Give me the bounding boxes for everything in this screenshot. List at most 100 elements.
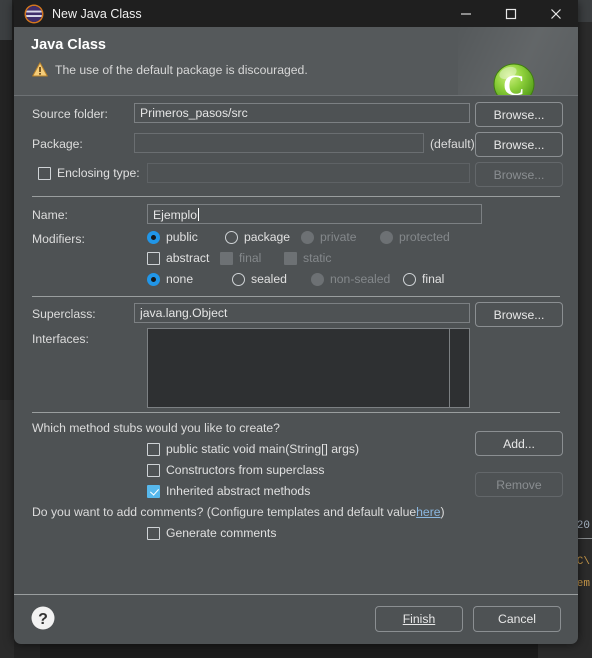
finish-button[interactable]: Finish xyxy=(375,606,463,632)
modifier-sealed-final-radio-row[interactable]: final xyxy=(403,272,444,286)
modifier-public-label: public xyxy=(166,230,198,244)
finish-button-label: Finish xyxy=(402,612,436,626)
package-label: Package: xyxy=(32,137,83,151)
modifier-package-radio-row[interactable]: package xyxy=(225,230,290,244)
modifier-abstract-checkbox[interactable] xyxy=(147,251,160,265)
modifier-public-radio-row[interactable]: public xyxy=(147,230,198,244)
generate-comments-label: Generate comments xyxy=(166,526,277,540)
interfaces-remove-label: Remove xyxy=(496,477,542,492)
modifier-none-label: none xyxy=(166,272,194,286)
modifier-private-label: private xyxy=(320,230,357,244)
maximize-icon[interactable] xyxy=(488,0,533,27)
stub-main-checkbox[interactable] xyxy=(147,442,160,456)
modifier-final-label: final xyxy=(239,251,262,265)
modifier-package-label: package xyxy=(244,230,291,244)
modifier-sealed-final-label: final xyxy=(422,272,445,286)
window-controls xyxy=(443,0,578,27)
interfaces-add-button[interactable]: Add... xyxy=(475,431,563,456)
comments-question-suffix: ) xyxy=(440,505,445,519)
cancel-button[interactable]: Cancel xyxy=(473,606,561,632)
stub-inherited-label: Inherited abstract methods xyxy=(166,484,311,498)
footer-buttons: Finish Cancel xyxy=(375,606,561,632)
enclosing-type-browse-label: Browse... xyxy=(493,167,545,182)
package-browse-label: Browse... xyxy=(493,137,545,152)
modifiers-label: Modifiers: xyxy=(32,232,85,246)
enclosing-type-checkbox-row[interactable]: Enclosing type: xyxy=(38,166,140,180)
modifier-non-sealed-radio-row: non-sealed xyxy=(311,272,390,286)
interfaces-add-label: Add... xyxy=(503,436,535,451)
enclosing-type-label: Enclosing type: xyxy=(57,166,140,180)
source-folder-browse-label: Browse... xyxy=(493,107,545,122)
stub-main-checkbox-row[interactable]: public static void main(String[] args) xyxy=(147,442,359,456)
modifier-protected-radio-row: protected xyxy=(380,230,450,244)
source-folder-label: Source folder: xyxy=(32,107,108,121)
modifier-public-radio[interactable] xyxy=(147,230,160,244)
modifier-final-checkbox-row: final xyxy=(220,251,261,265)
enclosing-type-browse-button[interactable]: Browse... xyxy=(475,162,563,187)
modifier-sealed-final-radio[interactable] xyxy=(403,272,416,286)
dialog-titlebar[interactable]: New Java Class xyxy=(14,0,578,27)
enclosing-type-checkbox[interactable] xyxy=(38,166,51,180)
modifier-none-radio-row[interactable]: none xyxy=(147,272,193,286)
interfaces-list[interactable] xyxy=(147,328,470,408)
dialog-banner: Java Class The use of the default packag… xyxy=(14,27,578,96)
modifier-sealed-radio[interactable] xyxy=(232,272,245,286)
package-input[interactable] xyxy=(134,133,424,153)
modifier-sealed-radio-row[interactable]: sealed xyxy=(232,272,287,286)
modifier-protected-radio xyxy=(380,230,393,244)
enclosing-type-input[interactable] xyxy=(147,163,470,183)
interfaces-scrollbar[interactable] xyxy=(449,329,469,407)
name-label: Name: xyxy=(32,208,68,222)
modifier-abstract-checkbox-row[interactable]: abstract xyxy=(147,251,209,265)
modifier-package-radio[interactable] xyxy=(225,230,238,244)
stub-constructors-checkbox-row[interactable]: Constructors from superclass xyxy=(147,463,325,477)
warning-icon xyxy=(32,62,48,77)
background-left-editor xyxy=(0,400,14,658)
superclass-browse-label: Browse... xyxy=(493,307,545,322)
method-stubs-question: Which method stubs would you like to cre… xyxy=(32,421,280,435)
name-input-value: Ejemplo xyxy=(153,208,198,222)
package-browse-button[interactable]: Browse... xyxy=(475,132,563,157)
comments-question-prefix: Do you want to add comments? (Configure … xyxy=(32,505,417,519)
configure-templates-link[interactable]: here xyxy=(416,505,440,519)
modifier-static-checkbox xyxy=(284,251,297,265)
superclass-input[interactable] xyxy=(134,303,470,323)
separator-3 xyxy=(32,412,560,413)
modifier-non-sealed-label: non-sealed xyxy=(330,272,391,286)
modifier-final-checkbox xyxy=(220,251,233,265)
interfaces-label: Interfaces: xyxy=(32,332,89,346)
generate-comments-checkbox-row[interactable]: Generate comments xyxy=(147,526,276,540)
minimize-icon[interactable] xyxy=(443,0,488,27)
eclipse-icon xyxy=(26,5,42,22)
stub-inherited-checkbox-row[interactable]: Inherited abstract methods xyxy=(147,484,310,498)
stub-constructors-checkbox[interactable] xyxy=(147,463,160,477)
source-folder-input[interactable] xyxy=(134,103,470,123)
modifier-private-radio-row: private xyxy=(301,230,357,244)
background-snippet-2: em xyxy=(576,578,590,590)
close-icon[interactable] xyxy=(533,0,578,27)
svg-text:C: C xyxy=(503,69,525,96)
source-folder-browse-button[interactable]: Browse... xyxy=(475,102,563,127)
text-caret xyxy=(198,208,200,221)
modifier-private-radio xyxy=(301,230,314,244)
modifier-protected-label: protected xyxy=(399,230,450,244)
name-input[interactable]: Ejemplo xyxy=(147,204,482,224)
banner-title: Java Class xyxy=(31,37,106,53)
modifier-sealed-label: sealed xyxy=(251,272,287,286)
modifier-static-label: static xyxy=(303,251,332,265)
generate-comments-checkbox[interactable] xyxy=(147,526,160,540)
background-left-tab-strip xyxy=(0,0,12,40)
separator-2 xyxy=(32,296,560,297)
help-icon[interactable]: ? xyxy=(30,605,56,631)
stub-main-label: public static void main(String[] args) xyxy=(166,442,360,456)
stub-inherited-checkbox[interactable] xyxy=(147,484,160,498)
new-java-class-dialog: New Java Class Java Class The use of the… xyxy=(14,0,578,644)
superclass-browse-button[interactable]: Browse... xyxy=(475,302,563,327)
banner-message: The use of the default package is discou… xyxy=(55,62,308,77)
separator-1 xyxy=(32,196,560,197)
modifier-static-checkbox-row: static xyxy=(284,251,331,265)
interfaces-remove-button[interactable]: Remove xyxy=(475,472,563,497)
stub-constructors-label: Constructors from superclass xyxy=(166,463,325,477)
dialog-footer: ? Finish Cancel xyxy=(14,594,578,644)
modifier-none-radio[interactable] xyxy=(147,272,160,286)
